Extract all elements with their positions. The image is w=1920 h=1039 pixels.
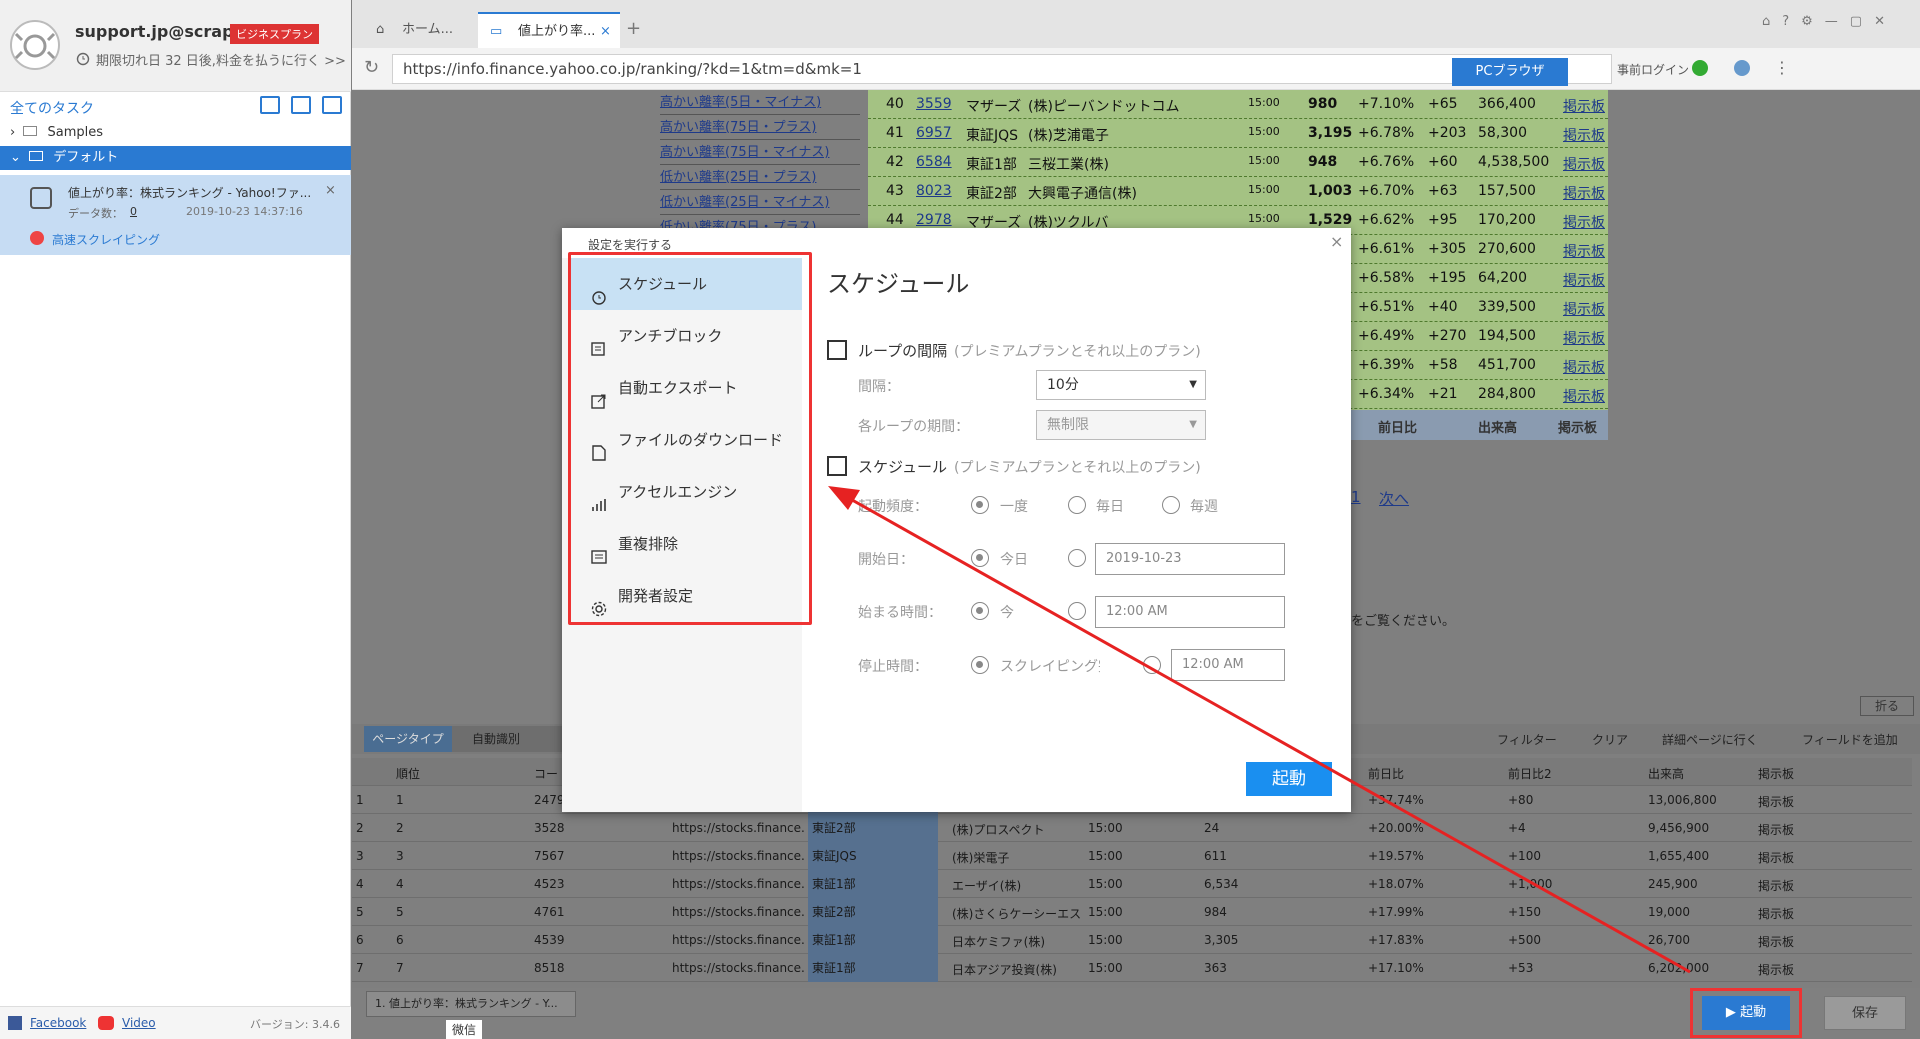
- annotation-arrow: [828, 486, 1691, 974]
